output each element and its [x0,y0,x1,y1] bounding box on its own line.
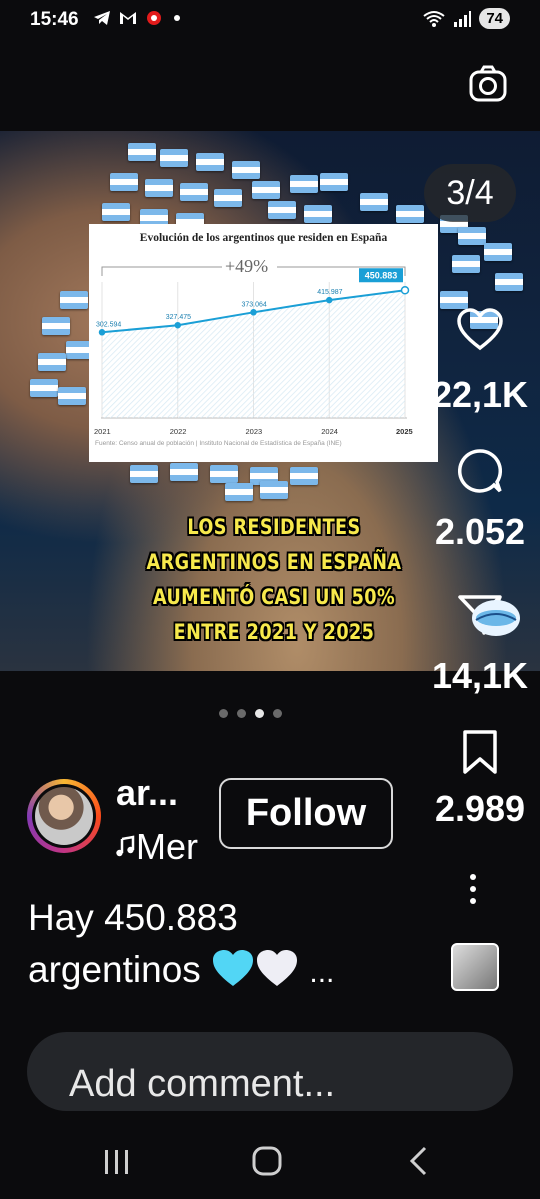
carousel-dots [219,709,282,718]
avatar[interactable] [27,779,101,853]
description-more[interactable]: ... [309,956,334,989]
chart-tick-label: 2022 [170,427,187,436]
comment-box[interactable] [27,1032,513,1111]
music-note-icon [116,835,135,857]
chart-value-label: 327.475 [166,314,191,321]
wifi-icon [423,10,445,27]
light-blue-heart-icon [213,950,254,986]
comment-input[interactable] [69,1054,489,1111]
battery-level: 74 [479,8,510,29]
home-icon[interactable] [252,1146,282,1176]
chart-point [400,285,410,295]
carousel-dot [219,709,228,718]
caption-line: LOS RESIDENTES [187,515,361,540]
chart-point [250,309,257,316]
follow-button[interactable]: Follow [219,778,393,849]
chart-value-label: 373.064 [242,301,267,308]
save-action[interactable]: 2.989 [420,729,540,830]
carousel-dot [273,709,282,718]
chart-tick-label: 2023 [246,427,263,436]
recent-apps-icon[interactable] [105,1150,128,1174]
camera-icon[interactable] [468,64,508,104]
telegram-icon [94,11,110,25]
description-line-2: argentinos ... [28,944,418,999]
chart-card: 302.594 327.475 373.064 415.987 450.883 2021 2… [89,224,438,462]
system-navigation-bar [105,1146,427,1176]
save-count: 2.989 [434,788,526,829]
notification-icons [92,8,184,28]
heart-icon[interactable] [457,308,503,352]
chart-value-label: 450.883 [365,271,398,281]
more-notifications-icon [174,15,180,21]
comment-action[interactable]: 2.052 [420,448,540,553]
chart-value-label: 302.594 [96,321,121,328]
app-notification-icon [147,11,161,25]
username[interactable]: ar... [116,772,178,814]
post-description[interactable]: Hay 450.883 argentinos ... [28,892,418,999]
like-count: 22,1K [431,374,529,415]
carousel-counter: 3/4 [424,164,516,222]
comment-count: 2.052 [434,511,526,552]
carousel-dot [237,709,246,718]
chart-growth-label: +49% [225,256,269,276]
like-action[interactable]: 22,1K [420,308,540,416]
chart-point [98,329,106,336]
status-time: 15:46 [30,9,79,30]
caption-line: AUMENTÓ CASI UN 50% [152,585,396,610]
chart-value-label: 415.987 [317,289,342,296]
audio-thumbnail[interactable] [451,943,499,991]
chart-source: Fuente: Censo anual de población | Insti… [95,440,342,447]
chart-tick-label: 2025 [396,427,413,436]
bookmark-icon[interactable] [460,729,500,775]
description-line: Hay 450.883 [28,897,238,938]
collaborator-logo[interactable] [470,598,522,638]
back-icon[interactable] [409,1146,427,1176]
share-count: 14,1K [431,655,529,696]
music-title: Mer [136,826,198,867]
comment-icon[interactable] [457,448,503,494]
chart-tick-label: 2024 [321,427,338,436]
chart-point [174,321,181,329]
carousel-dot-active [255,709,264,718]
chart-point [326,296,333,304]
signal-icon [454,10,472,27]
gmail-icon [120,12,136,24]
music-label[interactable]: Mer [114,826,198,868]
caption-line: ARGENTINOS EN ESPAÑA [146,550,402,575]
chart-tick-label: 2021 [94,427,111,436]
status-bar: 15:46 74 [0,0,540,40]
description-text: argentinos [28,949,201,990]
caption-line: ENTRE 2021 Y 2025 [173,620,375,645]
more-options-icon[interactable] [466,872,480,906]
chart-title: Evolución de los argentinos que residen … [139,232,388,244]
media-caption: LOS RESIDENTES ARGENTINOS EN ESPAÑA AUME… [135,510,414,650]
white-heart-icon [257,950,298,986]
